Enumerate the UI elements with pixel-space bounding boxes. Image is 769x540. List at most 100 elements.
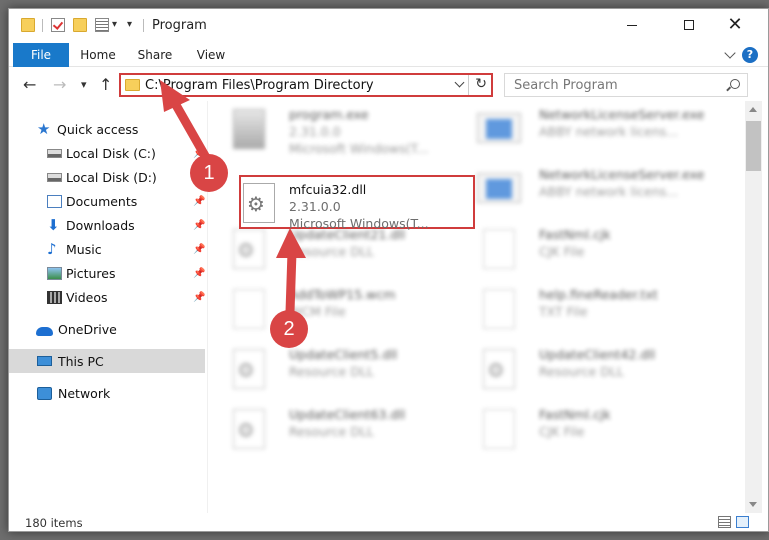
exe-file-icon [233,109,265,149]
sidebar-item-local-disk-c[interactable]: Local Disk (C:) 📌 [9,141,205,165]
file-name: FastNml.cjk [539,407,611,422]
dll-gear-icon [233,349,265,389]
sidebar-item-downloads[interactable]: ⬇ Downloads 📌 [9,213,205,237]
pin-icon[interactable]: 📌 [193,292,205,303]
recent-locations-button[interactable]: ▾ [81,78,87,91]
large-icons-view-icon[interactable] [736,516,749,528]
dll-gear-icon [243,183,275,223]
navigation-pane: ★ Quick access Local Disk (C:) 📌 Local D… [9,101,207,513]
file-version: 2.31.0.0 [289,124,341,139]
star-icon: ★ [37,119,51,138]
pin-icon[interactable]: 📌 [193,244,205,255]
file-name: UpdateClient63.dll [289,407,406,422]
sidebar-item-label: Local Disk (D:) [66,169,157,185]
list-item[interactable]: FastNml.cjk CJK File [463,221,703,277]
list-item[interactable]: FastNml.cjk CJK File [463,401,703,457]
sidebar-item-music[interactable]: ♪ Music 📌 [9,237,205,261]
sidebar-item-label: Videos [66,289,108,305]
customize-toolbar-icon[interactable]: ▾ [127,19,132,30]
sidebar-item-label: Local Disk (C:) [66,145,156,161]
minimize-button[interactable] [609,9,655,41]
search-icon[interactable] [730,79,740,89]
list-item[interactable]: program.exe 2.31.0.0 Microsoft Windows(T… [213,101,453,157]
file-description: Resource DLL [289,424,374,439]
forward-button[interactable]: → [53,75,66,94]
file-name: FastNml.cjk [539,227,611,242]
maximize-icon [684,20,694,30]
pin-icon[interactable]: 📌 [193,220,205,231]
details-view-icon[interactable] [718,516,731,528]
sidebar-item-label: Quick access [57,121,139,137]
sidebar-item-videos[interactable]: Videos 📌 [9,285,205,309]
file-company: Microsoft Windows(T... [289,216,429,231]
file-name: mfcuia32.dll [289,182,367,197]
file-name: help.fineReader.txt [539,287,658,302]
ribbon: File Home Share View ? [9,43,768,67]
file-list: program.exe 2.31.0.0 Microsoft Windows(T… [213,101,743,513]
search-placeholder: Search Program [514,78,618,93]
file-version: 2.31.0.0 [289,199,341,214]
tab-file[interactable]: File [13,43,69,67]
disk-icon [47,173,62,182]
address-divider [468,75,469,95]
file-explorer-window: ▾ ▾ Program ✕ File Home Share View ? ← →… [8,8,769,532]
list-item[interactable]: UpdateClient63.dll Resource DLL [213,401,453,457]
tab-home[interactable]: Home [75,43,121,67]
sidebar-item-onedrive[interactable]: OneDrive [9,317,205,341]
address-bar[interactable]: C:\Program Files\Program Directory ↻ [119,73,493,97]
tab-share[interactable]: Share [133,43,177,67]
dll-gear-icon [233,409,265,449]
highlighted-file-mfcuia32[interactable]: mfcuia32.dll 2.31.0.0 Microsoft Windows(… [239,175,475,231]
scrollbar-thumb[interactable] [746,121,761,171]
expand-ribbon-icon[interactable] [724,47,736,59]
list-item[interactable]: UpdateClient42.dll Resource DLL [463,341,703,397]
window-title: Program [152,18,207,33]
sidebar-item-quick-access[interactable]: ★ Quick access [9,117,205,141]
search-input[interactable]: Search Program [504,73,748,97]
list-item[interactable]: UpdateClient5.dll Resource DLL [213,341,453,397]
sidebar-item-label: Pictures [66,265,116,281]
sidebar-item-network[interactable]: Network [9,381,205,405]
help-icon[interactable]: ? [742,47,758,63]
folder-icon [125,79,140,91]
callout-step-2: 2 [270,310,308,348]
sidebar-item-label: This PC [58,353,104,369]
file-description: ABBY network licens... [539,184,679,199]
refresh-icon[interactable]: ↻ [475,76,487,92]
sidebar-item-this-pc[interactable]: This PC [9,349,205,373]
sidebar-item-label: Documents [66,193,138,209]
maximize-button[interactable] [666,9,712,41]
sidebar-item-pictures[interactable]: Pictures 📌 [9,261,205,285]
chevron-down-icon[interactable]: ▾ [112,19,117,30]
properties-check-icon[interactable] [51,18,65,32]
file-name: NetworkLicenseServer.exe [539,167,705,182]
document-icon [233,289,265,329]
address-dropdown-icon[interactable] [454,77,465,88]
new-folder-icon[interactable] [73,18,87,32]
sidebar-item-documents[interactable]: Documents 📌 [9,189,205,213]
document-icon [483,409,515,449]
view-properties-icon[interactable] [95,18,109,32]
scroll-down-icon[interactable] [749,502,757,507]
sidebar-item-label: Music [66,241,102,257]
vertical-scrollbar[interactable] [745,101,762,513]
download-arrow-icon: ⬇ [47,215,60,234]
scroll-up-icon[interactable] [749,107,757,112]
document-icon [483,229,515,269]
tab-view[interactable]: View [189,43,233,67]
pin-icon[interactable]: 📌 [193,268,205,279]
network-icon [37,387,52,400]
list-item[interactable]: NetworkLicenseServer.exe ABBY network li… [463,101,704,157]
music-note-icon: ♪ [47,239,57,258]
sidebar-item-local-disk-d[interactable]: Local Disk (D:) 📌 [9,165,205,189]
list-item[interactable]: help.fineReader.txt TXT File [463,281,703,337]
close-button[interactable]: ✕ [712,9,758,41]
address-path: C:\Program Files\Program Directory [145,78,374,93]
list-item[interactable]: NetworkLicenseServer.exe ABBY network li… [463,161,705,217]
pin-icon[interactable]: 📌 [193,196,205,207]
list-item[interactable]: AddToWP15.wcm WCM File [213,281,453,337]
file-description: ABBY network licens... [539,124,679,139]
callout-step-1: 1 [190,154,228,192]
up-button[interactable]: ↑ [99,75,112,94]
back-button[interactable]: ← [23,75,36,94]
